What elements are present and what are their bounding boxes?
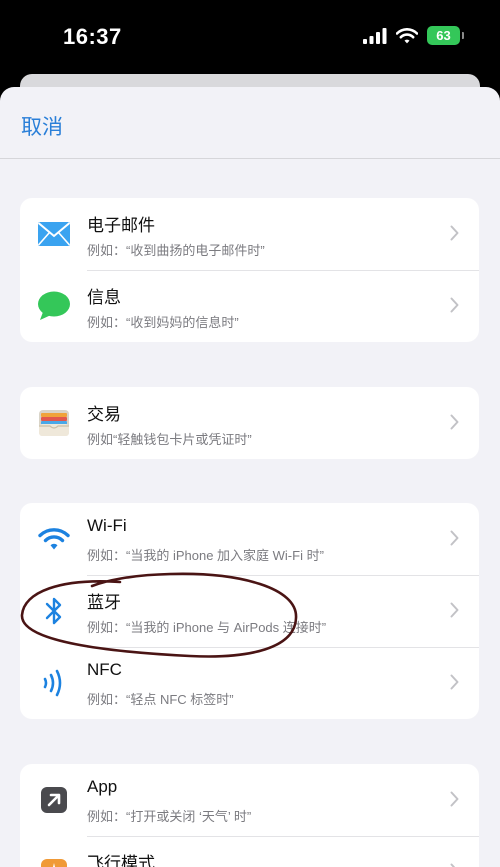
wallet-icon [36,405,72,441]
bluetooth-icon [36,593,72,629]
chevron-right-icon [450,297,459,313]
list-item-title: NFC [87,660,122,679]
airplane-icon [36,854,72,867]
status-bar: 16:37 63 [0,0,500,76]
group-communication: 电子邮件 例如：“收到曲扬的电子邮件时” 信息 例如：“收到妈妈的信息时” [20,198,479,342]
app-icon [36,782,72,818]
list-item-title: 信息 [87,288,121,307]
nfc-icon [36,665,72,701]
list-item-title: App [87,777,118,796]
wifi-icon [36,521,72,557]
list-item-nfc[interactable]: NFC 例如：“轻点 NFC 标签时” [20,647,479,719]
status-time: 16:37 [63,24,122,49]
list-item-title: 飞行模式 [87,854,155,867]
trigger-sheet: 取消 电子邮件 例如：“收到曲扬的电子邮件时” 信息 例如：“收到妈妈的信息时”… [0,87,500,867]
list-item-subtitle: 例如：“打开或关闭 ‘天气’ 时” [87,809,252,824]
battery-indicator: 63 [427,26,464,45]
list-item-transaction[interactable]: 交易 例如“轻触钱包卡片或凭证时” [20,387,479,459]
list-item-subtitle: 例如“轻触钱包卡片或凭证时” [87,432,252,447]
nav-bar: 取消 [0,87,500,159]
group-system: App 例如：“打开或关闭 ‘天气’ 时” 飞行模式 [20,764,479,867]
chevron-right-icon [450,414,459,430]
wifi-status-icon [396,27,418,43]
list-item-subtitle: 例如：“当我的 iPhone 加入家庭 Wi-Fi 时” [87,548,324,563]
list-item-title: 蓝牙 [87,593,121,612]
cancel-button[interactable]: 取消 [21,111,63,141]
list-item-email[interactable]: 电子邮件 例如：“收到曲扬的电子邮件时” [20,198,479,270]
mail-icon [36,216,72,252]
cellular-signal-icon [363,27,387,44]
list-item-subtitle: 例如：“收到妈妈的信息时” [87,315,239,330]
list-item-messages[interactable]: 信息 例如：“收到妈妈的信息时” [20,270,479,342]
list-item-bluetooth[interactable]: 蓝牙 例如：“当我的 iPhone 与 AirPods 连接时” [20,575,479,647]
chevron-right-icon [450,602,459,618]
list-item-title: Wi-Fi [87,516,127,535]
list-item-app[interactable]: App 例如：“打开或关闭 ‘天气’ 时” [20,764,479,836]
list-item-wifi[interactable]: Wi-Fi 例如：“当我的 iPhone 加入家庭 Wi-Fi 时” [20,503,479,575]
chevron-right-icon [450,674,459,690]
list-item-airplane-mode[interactable]: 飞行模式 [20,836,479,867]
status-indicators: 63 [363,26,464,45]
list-item-title: 交易 [87,405,121,424]
messages-icon [36,288,72,324]
group-connectivity: Wi-Fi 例如：“当我的 iPhone 加入家庭 Wi-Fi 时” 蓝牙 例如… [20,503,479,719]
chevron-right-icon [450,791,459,807]
chevron-right-icon [450,530,459,546]
group-wallet: 交易 例如“轻触钱包卡片或凭证时” [20,387,479,459]
battery-level: 63 [436,28,451,43]
chevron-right-icon [450,863,456,867]
chevron-right-icon [450,225,459,241]
list-item-subtitle: 例如：“收到曲扬的电子邮件时” [87,243,265,258]
list-item-title: 电子邮件 [87,216,155,235]
list-item-subtitle: 例如：“当我的 iPhone 与 AirPods 连接时” [87,620,327,635]
list-item-subtitle: 例如：“轻点 NFC 标签时” [87,692,234,707]
